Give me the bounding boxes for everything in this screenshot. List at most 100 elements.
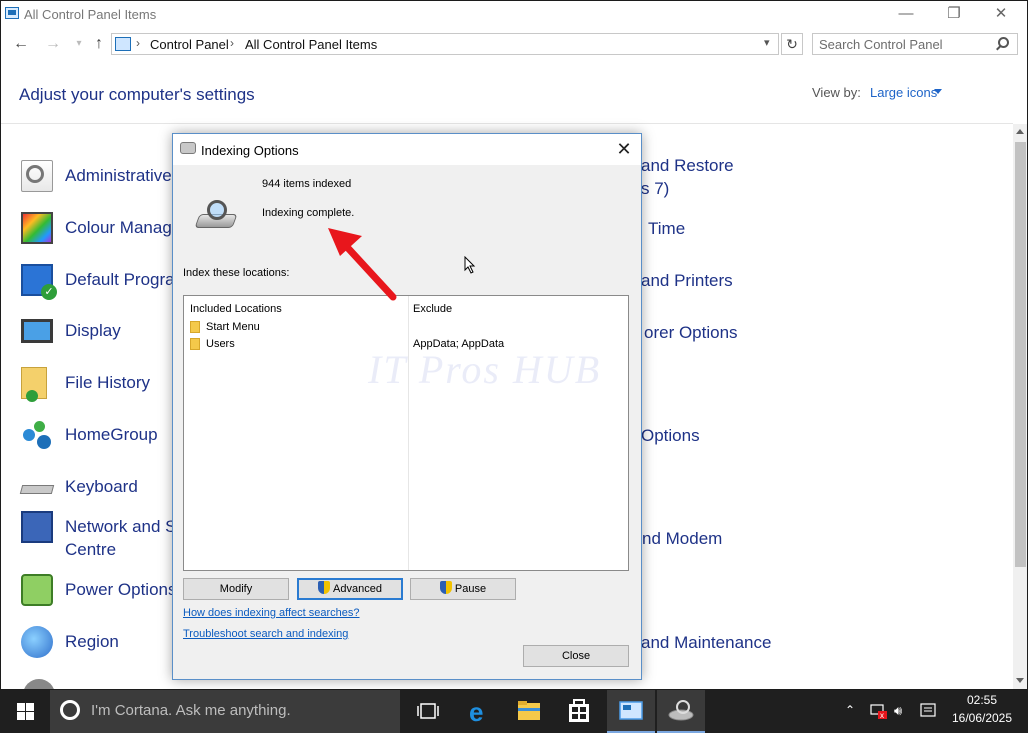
item-label: Display: [65, 321, 121, 340]
item-sound[interactable]: [23, 679, 63, 689]
chevron-down-icon[interactable]: ▾: [764, 36, 770, 49]
item-explorer-options[interactable]: orer Options: [644, 323, 738, 343]
item-label: Colour Manage: [65, 218, 182, 237]
item-label: HomeGroup: [65, 425, 158, 444]
dialog-title-bar[interactable]: Indexing Options ✕: [173, 134, 641, 165]
item-network-sharing[interactable]: Network and S Centre: [21, 511, 181, 563]
link-how-indexing-affects[interactable]: How does indexing affect searches?: [183, 607, 360, 619]
item-backup-restore-line2[interactable]: s 7): [641, 179, 669, 199]
volume-icon[interactable]: 🔊︎: [894, 703, 902, 719]
close-button[interactable]: ✕: [978, 1, 1024, 29]
chevron-up-icon[interactable]: ⌃: [845, 703, 855, 717]
up-button[interactable]: ↑: [87, 33, 111, 55]
address-bar[interactable]: › Control Panel › All Control Panel Item…: [111, 33, 779, 55]
watermark: IT Pros HUB: [368, 347, 602, 392]
item-region[interactable]: Region: [21, 626, 181, 666]
folder-icon: [190, 338, 200, 350]
clock-date[interactable]: 16/06/2025: [946, 711, 1018, 725]
item-backup-restore[interactable]: and Restore: [641, 156, 734, 176]
clock-time[interactable]: 02:55: [950, 693, 1014, 707]
task-view-icon: [417, 703, 439, 719]
item-default-programs[interactable]: Default Progra: [21, 264, 181, 304]
navigation-bar: ← → ▾ ↑ › Control Panel › All Control Pa…: [1, 29, 1027, 59]
close-button[interactable]: Close: [523, 645, 629, 667]
close-icon[interactable]: ✕: [609, 137, 639, 161]
pause-button[interactable]: Pause: [410, 578, 516, 600]
link-troubleshoot[interactable]: Troubleshoot search and indexing: [183, 628, 348, 640]
item-indexing-options[interactable]: Options: [641, 426, 700, 446]
locations-table[interactable]: Included Locations Exclude Start Menu Us…: [183, 295, 629, 571]
control-panel-icon: [115, 37, 131, 51]
start-button[interactable]: [0, 690, 50, 733]
location-name: Start Menu: [206, 321, 260, 333]
modify-button[interactable]: Modify: [183, 578, 289, 600]
breadcrumb-all-items[interactable]: All Control Panel Items: [245, 37, 377, 52]
power-options-icon: [21, 574, 53, 606]
pause-button-label: Pause: [454, 583, 487, 595]
view-by-label: View by:: [812, 85, 861, 100]
folder-icon: [190, 321, 200, 333]
item-power-options[interactable]: Power Options: [21, 574, 181, 614]
item-display[interactable]: Display: [21, 315, 181, 355]
indexing-drive-icon: [194, 196, 239, 232]
indexing-icon: [668, 700, 694, 721]
view-by-dropdown[interactable]: Large icons: [870, 85, 937, 100]
item-keyboard[interactable]: Keyboard: [19, 471, 181, 511]
chevron-right-icon[interactable]: ›: [136, 36, 140, 50]
scroll-down-icon[interactable]: [1016, 678, 1024, 683]
item-label: Region: [65, 632, 119, 651]
maximize-button[interactable]: ❐: [931, 1, 977, 29]
column-header-included: Included Locations: [190, 303, 282, 315]
colour-management-icon: [21, 212, 53, 244]
item-colour-management[interactable]: Colour Manage: [21, 212, 181, 252]
chevron-right-icon[interactable]: ›: [230, 36, 234, 50]
scroll-thumb[interactable]: [1015, 142, 1026, 567]
item-administrative-tools[interactable]: Administrative: [21, 160, 181, 200]
dialog-title: Indexing Options: [201, 143, 299, 158]
back-button[interactable]: ←: [9, 33, 33, 55]
taskbar-control-panel[interactable]: [607, 690, 655, 733]
taskbar-store[interactable]: [555, 690, 603, 733]
search-box[interactable]: [812, 33, 1018, 55]
table-row[interactable]: Start Menu: [190, 320, 400, 336]
keyboard-icon: [19, 485, 55, 494]
svg-text:x: x: [880, 711, 884, 719]
column-divider: [408, 296, 409, 570]
item-security-maintenance[interactable]: and Maintenance: [641, 633, 771, 653]
item-label: Power Options: [65, 580, 177, 599]
taskbar-file-explorer[interactable]: [505, 690, 553, 733]
refresh-button[interactable]: ↻: [781, 33, 803, 55]
uac-shield-icon: [439, 581, 452, 594]
cortana-search[interactable]: I'm Cortana. Ask me anything.: [50, 690, 400, 733]
breadcrumb-control-panel[interactable]: Control Panel: [150, 37, 229, 52]
scroll-up-icon[interactable]: [1016, 129, 1024, 134]
task-view-button[interactable]: [404, 690, 452, 733]
item-file-history[interactable]: File History: [21, 367, 181, 407]
minimize-button[interactable]: —: [883, 1, 929, 29]
item-label: Network and S: [65, 517, 177, 536]
search-input[interactable]: [813, 34, 993, 54]
taskbar-edge[interactable]: e: [455, 690, 503, 733]
search-icon[interactable]: [998, 37, 1009, 48]
forward-button[interactable]: →: [41, 33, 65, 55]
folder-icon: [518, 701, 540, 720]
scrollbar[interactable]: [1013, 124, 1027, 689]
uac-shield-icon: [318, 581, 331, 594]
item-phone-modem[interactable]: nd Modem: [642, 529, 722, 549]
item-label: Administrative: [65, 166, 172, 185]
notifications-icon[interactable]: [920, 703, 936, 719]
items-indexed-count: 944 items indexed: [262, 178, 352, 190]
indexing-options-dialog: Indexing Options ✕ 944 items indexed Ind…: [172, 133, 642, 680]
taskbar: I'm Cortana. Ask me anything. e ⌃ x 🔊︎ 0…: [0, 690, 1028, 733]
control-panel-icon: [5, 7, 19, 19]
advanced-button[interactable]: Advanced: [297, 578, 403, 600]
item-devices-printers[interactable]: and Printers: [641, 271, 733, 291]
item-label: Keyboard: [65, 477, 138, 496]
location-name: Users: [206, 338, 235, 350]
item-homegroup[interactable]: HomeGroup: [21, 419, 181, 459]
taskbar-indexing-options[interactable]: [657, 690, 705, 733]
item-date-time[interactable]: Time: [648, 219, 685, 239]
network-disconnected-icon[interactable]: x: [869, 703, 889, 719]
title-bar[interactable]: All Control Panel Items — ❐ ✕: [1, 1, 1027, 29]
caret-down-icon[interactable]: [934, 89, 942, 94]
